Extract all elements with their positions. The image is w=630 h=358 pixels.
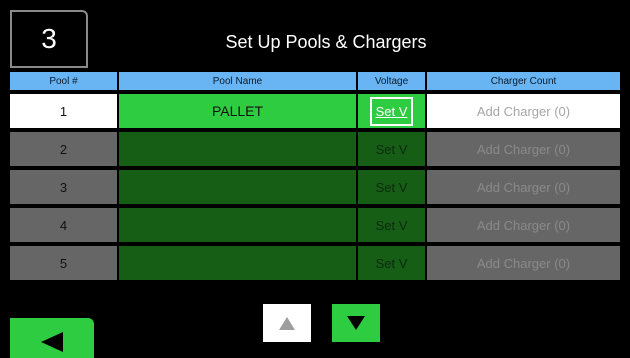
set-voltage-button[interactable]: Set V bbox=[358, 208, 427, 242]
add-charger-button[interactable]: Add Charger (0) bbox=[427, 208, 620, 242]
arrow-left-icon bbox=[41, 332, 63, 352]
set-voltage-button[interactable]: Set V bbox=[358, 170, 427, 204]
header-pool-name: Pool Name bbox=[119, 72, 358, 90]
page-title: Set Up Pools & Chargers bbox=[225, 32, 427, 52]
set-voltage-label: Set V bbox=[369, 96, 414, 126]
pool-name-cell[interactable] bbox=[119, 246, 358, 280]
add-charger-button[interactable]: Add Charger (0) bbox=[427, 170, 620, 204]
table-row: 5 Set V Add Charger (0) bbox=[10, 246, 620, 280]
table-header: Pool # Pool Name Voltage Charger Count bbox=[10, 72, 620, 90]
pool-name-cell[interactable] bbox=[119, 208, 358, 242]
arrow-down-icon bbox=[347, 316, 365, 330]
pool-name-cell[interactable] bbox=[119, 132, 358, 166]
header-pool-number: Pool # bbox=[10, 72, 119, 90]
table-row: 2 Set V Add Charger (0) bbox=[10, 132, 620, 166]
header-charger-count: Charger Count bbox=[427, 72, 620, 90]
step-number: 3 bbox=[41, 23, 57, 54]
pool-number-cell[interactable]: 4 bbox=[10, 208, 119, 242]
header-voltage: Voltage bbox=[358, 72, 427, 90]
arrow-up-icon bbox=[279, 317, 295, 330]
back-button[interactable] bbox=[10, 318, 94, 358]
pool-number-cell[interactable]: 3 bbox=[10, 170, 119, 204]
scroll-down-button[interactable] bbox=[332, 304, 380, 342]
scroll-up-button[interactable] bbox=[263, 304, 311, 342]
table-row: 1 PALLET Set V Add Charger (0) bbox=[10, 94, 620, 128]
add-charger-button[interactable]: Add Charger (0) bbox=[427, 246, 620, 280]
pool-number-cell[interactable]: 2 bbox=[10, 132, 119, 166]
screen: 3 Set Up Pools & Chargers Pool # Pool Na… bbox=[0, 0, 630, 358]
set-voltage-button[interactable]: Set V bbox=[358, 132, 427, 166]
pools-table: Pool # Pool Name Voltage Charger Count 1… bbox=[10, 72, 620, 280]
set-voltage-button[interactable]: Set V bbox=[358, 94, 427, 128]
pool-number-cell[interactable]: 1 bbox=[10, 94, 119, 128]
table-row: 4 Set V Add Charger (0) bbox=[10, 208, 620, 242]
table-row: 3 Set V Add Charger (0) bbox=[10, 170, 620, 204]
pool-number-cell[interactable]: 5 bbox=[10, 246, 119, 280]
set-voltage-button[interactable]: Set V bbox=[358, 246, 427, 280]
step-indicator: 3 bbox=[10, 10, 88, 68]
pool-name-cell[interactable] bbox=[119, 170, 358, 204]
add-charger-button[interactable]: Add Charger (0) bbox=[427, 94, 620, 128]
pool-name-cell[interactable]: PALLET bbox=[119, 94, 358, 128]
add-charger-button[interactable]: Add Charger (0) bbox=[427, 132, 620, 166]
